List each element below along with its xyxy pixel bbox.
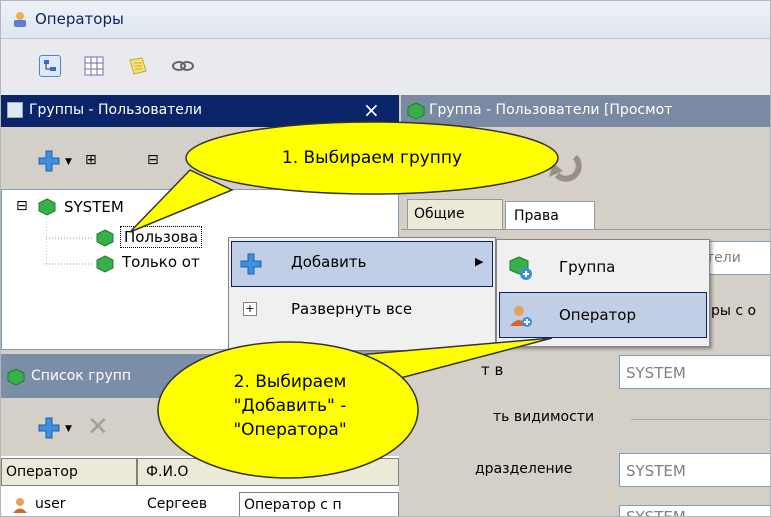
callout-2-line: "Оператора" xyxy=(233,420,347,440)
callout-2-line: "Добавить" - xyxy=(233,396,347,416)
callout-1-text: 1. Выбираем группу xyxy=(281,148,463,168)
callout-2-text: 2. Выбираем "Добавить" - "Оператора" xyxy=(190,370,390,442)
callout-2-line: 2. Выбираем xyxy=(233,372,347,392)
